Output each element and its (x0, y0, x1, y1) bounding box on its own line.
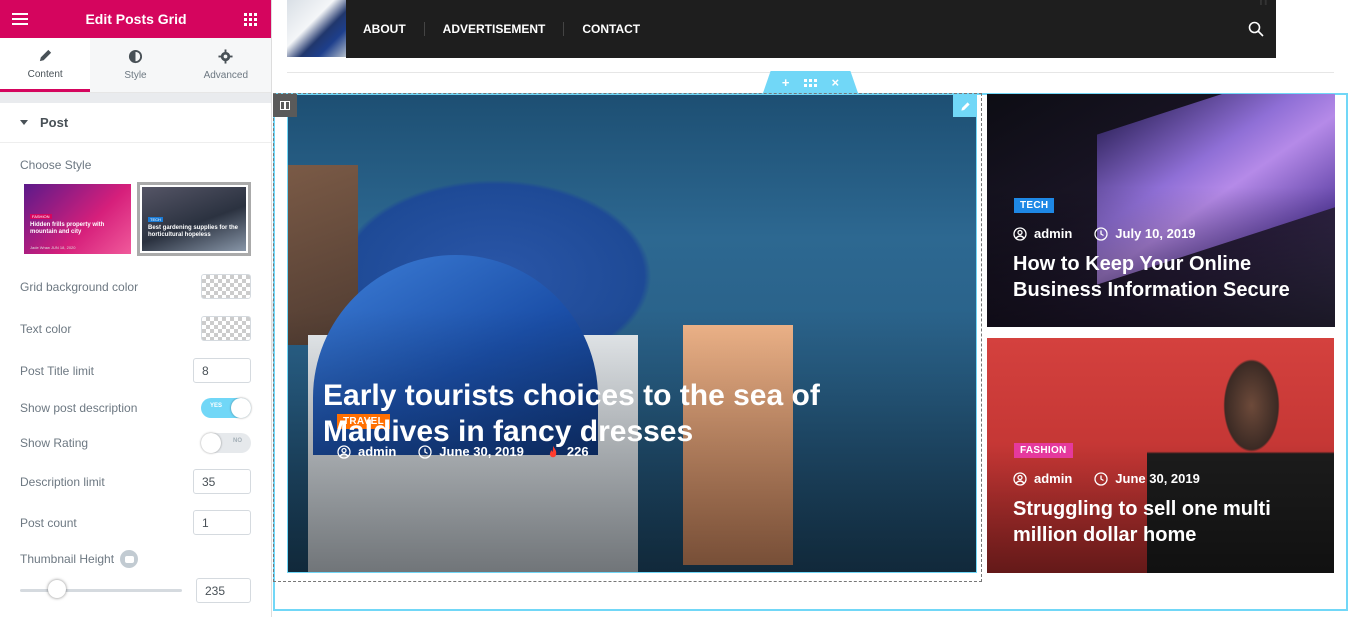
desc-limit-row: Description limit 35 (20, 469, 251, 494)
panel-title: Edit Posts Grid (85, 11, 187, 27)
editor-panel: Edit Posts Grid Content Style Advanced P… (0, 0, 272, 617)
thumb-height-label: Thumbnail Height (20, 552, 115, 566)
style-option-2-selected[interactable]: TECH Best gardening supplies for the hor… (137, 182, 251, 256)
drag-section-icon[interactable] (803, 76, 818, 89)
style-picker: FASHION Hidden frills property with moun… (24, 182, 251, 256)
nav-contact[interactable]: CONTACT (564, 22, 658, 36)
author-meta[interactable]: admin (1013, 226, 1072, 241)
style-option-2[interactable]: TECH Best gardening supplies for the hor… (142, 187, 246, 251)
tab-content-label: Content (27, 68, 63, 80)
thumb-tag: FASHION (30, 214, 52, 219)
thumb-height-input[interactable]: 235 (196, 578, 251, 603)
search-icon[interactable] (1248, 21, 1264, 37)
switch-text: NO (233, 438, 242, 444)
tab-content[interactable]: Content (0, 38, 91, 92)
section-handle: + × (763, 71, 858, 93)
post-title-fashion[interactable]: Struggling to sell one multi million dol… (1013, 496, 1333, 548)
menu-icon[interactable] (12, 13, 28, 25)
caret-down-icon (20, 120, 28, 125)
show-rating-label: Show Rating (20, 436, 89, 450)
choose-style-row: Choose Style (20, 158, 251, 172)
post-count-row: Post count 1 (20, 510, 251, 535)
author-name: admin (1034, 471, 1073, 486)
panel-separator (0, 93, 271, 103)
thumb-title: Best gardening supplies for the horticul… (148, 225, 239, 238)
title-limit-row: Post Title limit 8 (20, 358, 251, 383)
half-circle-icon (128, 49, 143, 64)
tab-advanced-label: Advanced (203, 70, 249, 81)
user-icon (1013, 226, 1027, 241)
author-name: admin (1034, 226, 1073, 241)
show-rating-switch[interactable]: NO (201, 433, 251, 453)
switch-text: YES (210, 403, 223, 409)
user-icon (1013, 471, 1027, 486)
title-limit-label: Post Title limit (20, 363, 95, 378)
text-color-picker[interactable] (201, 316, 251, 341)
category-badge[interactable]: TECH (1014, 198, 1055, 213)
thumb-height-slider-handle[interactable] (48, 580, 66, 598)
thumb-tag: TECH (148, 217, 163, 222)
post-count-input[interactable]: 1 (193, 510, 251, 535)
thumb-title: Hidden frills property with mountain and… (30, 222, 105, 235)
pencil-icon (39, 49, 51, 61)
show-desc-label: Show post description (20, 401, 138, 415)
main-navigation: ABOUT ADVERTISEMENT CONTACT (346, 0, 1276, 58)
tab-advanced[interactable]: Advanced (180, 38, 271, 92)
switch-knob (201, 433, 221, 453)
show-desc-switch[interactable]: YES (201, 398, 251, 418)
nav-about[interactable]: ABOUT (363, 22, 425, 36)
delete-section-icon[interactable]: × (832, 76, 840, 89)
category-badge[interactable]: FASHION (1014, 443, 1073, 458)
desc-limit-input[interactable]: 35 (193, 469, 251, 494)
thumb-height-row: Thumbnail Height (20, 550, 251, 568)
post-date: July 10, 2019 (1115, 226, 1196, 241)
tab-style-label: Style (124, 70, 147, 81)
grid-bg-label: Grid background color (20, 279, 139, 294)
site-preview: ABOUT ADVERTISEMENT CONTACT h + × TRAVEL… (273, 0, 1358, 617)
gear-icon (218, 49, 233, 64)
date-meta: July 10, 2019 (1094, 226, 1196, 241)
responsive-desktop-icon[interactable] (120, 550, 139, 568)
show-rating-row: Show Rating NO (20, 433, 251, 453)
section-post-title: Post (40, 115, 69, 130)
thumb-height-slider-track[interactable] (20, 589, 182, 592)
header-thumbnail-image[interactable] (287, 0, 347, 57)
thumb-meta: Jade Wraw JUN 18, 2020 (30, 245, 76, 250)
author-meta[interactable]: admin (1013, 471, 1072, 486)
grid-bg-row: Grid background color (20, 274, 251, 299)
panel-header: Edit Posts Grid (0, 0, 271, 38)
clock-icon (1094, 226, 1108, 241)
nav-advertisement[interactable]: ADVERTISEMENT (425, 22, 565, 36)
switch-knob (231, 398, 251, 418)
clock-icon (1094, 471, 1108, 486)
post-count-label: Post count (20, 515, 77, 530)
post-date: June 30, 2019 (1115, 471, 1200, 486)
title-limit-input[interactable]: 8 (193, 358, 251, 383)
column-icon (280, 101, 290, 110)
header-text-fragment: h (1259, 0, 1268, 8)
section-post-toggle[interactable]: Post (0, 103, 271, 143)
date-meta: June 30, 2019 (1094, 471, 1200, 486)
column-handle[interactable] (273, 94, 297, 117)
choose-style-label: Choose Style (20, 158, 92, 172)
edit-widget-button[interactable] (953, 95, 977, 117)
text-color-row: Text color (20, 316, 251, 341)
show-desc-row: Show post description YES (20, 398, 251, 418)
style-option-1[interactable]: FASHION Hidden frills property with moun… (24, 184, 131, 254)
text-color-label: Text color (20, 321, 72, 336)
grid-bg-color-picker[interactable] (201, 274, 251, 299)
desc-limit-label: Description limit (20, 474, 105, 489)
post-meta: admin June 30, 2019 (1013, 471, 1200, 486)
widgets-grid-icon[interactable] (244, 12, 257, 26)
tab-style[interactable]: Style (90, 38, 181, 92)
panel-tabs: Content Style Advanced (0, 38, 271, 93)
post-title-tech[interactable]: How to Keep Your Online Business Informa… (1013, 251, 1333, 303)
add-section-icon[interactable]: + (782, 76, 790, 89)
column-outline (273, 93, 982, 582)
post-meta: admin July 10, 2019 (1013, 226, 1196, 241)
pencil-icon (960, 101, 970, 111)
